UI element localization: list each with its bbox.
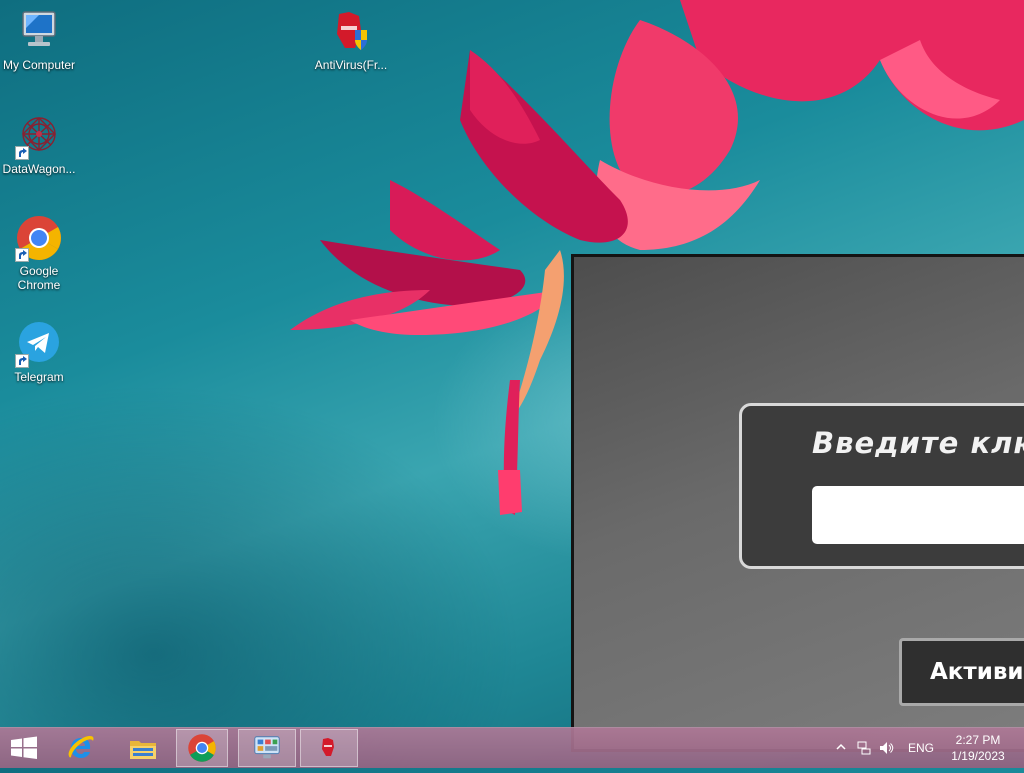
desktop-icon-antivirus[interactable]: AntiVirus(Fr... xyxy=(311,8,391,72)
windows-logo-icon xyxy=(11,736,37,759)
chrome-icon xyxy=(15,214,63,262)
start-button[interactable] xyxy=(0,728,48,768)
ie-icon xyxy=(68,736,94,758)
shortcut-arrow-icon xyxy=(15,146,29,160)
datawagon-icon xyxy=(15,112,63,160)
show-hidden-icons-chevron-icon[interactable] xyxy=(836,741,846,755)
clock[interactable]: 2:27 PM 1/19/2023 xyxy=(948,732,1008,764)
folder-icon xyxy=(130,741,156,759)
volume-icon[interactable] xyxy=(878,740,894,759)
taskbar-internet-explorer[interactable] xyxy=(52,729,110,767)
taskbar-chrome[interactable] xyxy=(176,729,228,767)
desktop-icon-label: Telegram xyxy=(14,370,64,384)
antivirus-icon xyxy=(322,738,334,756)
computer-icon xyxy=(15,8,63,56)
control-panel-icon xyxy=(254,736,280,759)
clock-date: 1/19/2023 xyxy=(951,749,1005,763)
language-indicator[interactable]: ENG xyxy=(908,741,934,755)
activate-button[interactable]: Активир xyxy=(899,638,1024,706)
desktop-icon-my-computer[interactable]: My Computer xyxy=(0,8,79,72)
taskbar-antivirus[interactable] xyxy=(300,729,358,767)
clock-time: 2:27 PM xyxy=(955,733,1001,747)
desktop-icon-label: AntiVirus(Fr... xyxy=(314,58,388,72)
key-prompt-title: Введите ключ xyxy=(812,426,1024,460)
antivirus-icon xyxy=(327,8,375,56)
system-tray: ENG 2:27 PM 1/19/2023 xyxy=(834,728,1024,768)
desktop-icon-label: DataWagon... xyxy=(2,162,76,176)
desktop-icon-label: Google Chrome xyxy=(17,264,61,292)
telegram-icon xyxy=(15,320,63,368)
taskbar-control-panel[interactable] xyxy=(238,729,296,767)
desktop-icon-telegram[interactable]: Telegram xyxy=(0,320,79,384)
taskbar-file-explorer[interactable] xyxy=(114,729,172,767)
desktop-icon-label: My Computer xyxy=(2,58,76,72)
shortcut-arrow-icon xyxy=(15,354,29,368)
key-activation-window: Введите ключ Активир xyxy=(571,254,1024,752)
shortcut-arrow-icon xyxy=(15,248,29,262)
taskbar: ENG 2:27 PM 1/19/2023 xyxy=(0,727,1024,768)
network-icon[interactable] xyxy=(856,740,872,759)
chrome-icon xyxy=(188,734,216,762)
key-input[interactable] xyxy=(812,486,1024,544)
key-entry-panel: Введите ключ xyxy=(739,403,1024,569)
desktop-icon-datawagon[interactable]: DataWagon... xyxy=(0,112,79,176)
desktop-icon-google-chrome[interactable]: Google Chrome xyxy=(0,214,79,292)
